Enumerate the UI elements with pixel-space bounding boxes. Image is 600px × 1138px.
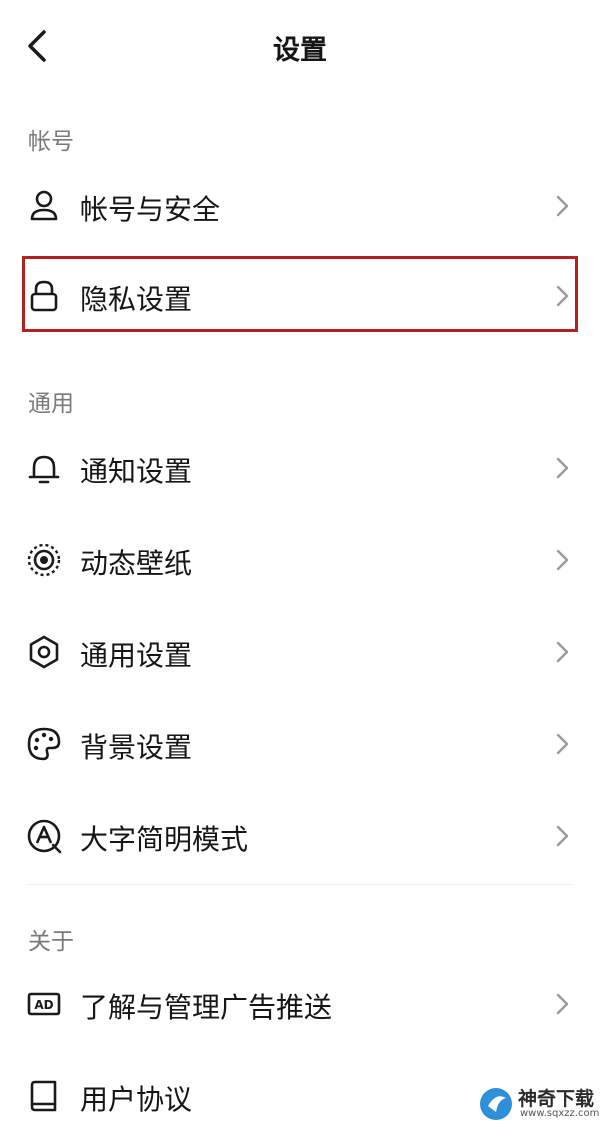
watermark-logo-icon [478, 1086, 514, 1122]
settings-item-dynamic-wallpaper[interactable]: 动态壁纸 [0, 518, 600, 602]
settings-item-label: 动态壁纸 [80, 547, 193, 580]
watermark-url: www.sqxzz.com [520, 1108, 600, 1119]
watermark: 神奇下载 www.sqxzz.com [474, 1078, 600, 1130]
settings-item-label: 通知设置 [80, 455, 193, 488]
settings-item-label: 用户协议 [80, 1083, 193, 1116]
section-divider [28, 884, 572, 885]
section-title-general: 通用 [28, 391, 74, 417]
settings-item-account-security[interactable]: 帐号与安全 [0, 164, 600, 248]
section-title-account: 帐号 [28, 129, 74, 155]
settings-item-label: 背景设置 [80, 731, 193, 764]
user-icon [24, 186, 64, 226]
book-icon [24, 1076, 64, 1116]
settings-item-label: 通用设置 [80, 639, 193, 672]
page-title: 设置 [273, 35, 327, 66]
palette-icon [24, 724, 64, 764]
settings-item-ad-management[interactable]: AD 了解与管理广告推送 [0, 962, 600, 1046]
chevron-right-icon [552, 454, 572, 482]
chevron-right-icon [552, 546, 572, 574]
large-text-icon [24, 816, 64, 856]
chevron-right-icon [552, 990, 572, 1018]
top-bar: 设置 [0, 0, 600, 92]
gear-icon [24, 632, 64, 672]
settings-item-background[interactable]: 背景设置 [0, 702, 600, 786]
highlight-box [22, 256, 578, 332]
settings-item-notifications[interactable]: 通知设置 [0, 426, 600, 510]
settings-item-label: 帐号与安全 [80, 193, 221, 226]
chevron-right-icon [552, 192, 572, 220]
dynamic-wallpaper-icon [24, 540, 64, 580]
settings-item-label: 大字简明模式 [80, 823, 249, 856]
bell-icon [24, 448, 64, 488]
settings-item-large-text-mode[interactable]: 大字简明模式 [0, 794, 600, 878]
chevron-right-icon [552, 638, 572, 666]
ad-icon: AD [24, 984, 64, 1024]
chevron-right-icon [552, 730, 572, 758]
chevron-right-icon [552, 822, 572, 850]
watermark-name: 神奇下载 [518, 1088, 595, 1110]
settings-item-label: 了解与管理广告推送 [80, 991, 333, 1024]
section-title-about: 关于 [28, 929, 74, 955]
settings-item-general-settings[interactable]: 通用设置 [0, 610, 600, 694]
svg-text:AD: AD [34, 998, 53, 1012]
